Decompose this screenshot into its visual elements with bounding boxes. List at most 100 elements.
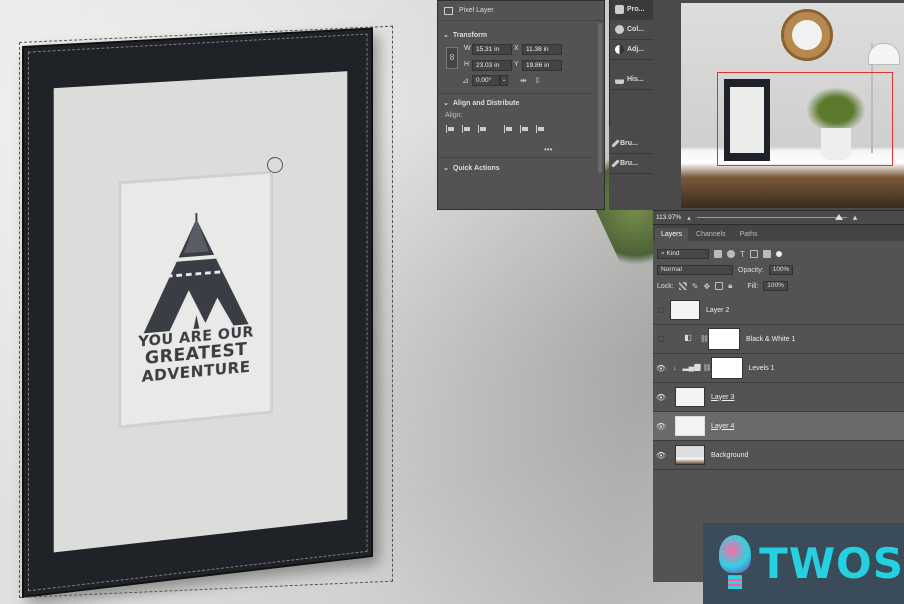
layer-mask-thumbnail[interactable] (710, 357, 743, 379)
align-bottom-icon[interactable] (536, 125, 544, 133)
strip-item-properties[interactable]: Pro... (610, 0, 653, 20)
blend-row: Normal Opacity: 100% (657, 264, 900, 276)
angle-icon: ⊿ (462, 76, 469, 85)
layer-name[interactable]: Layer 3 (711, 394, 734, 401)
watermark-text: TWOS (759, 539, 904, 588)
lock-all-icon[interactable]: 🔒︎ (728, 281, 732, 291)
lock-position-icon[interactable]: ✥ (703, 282, 710, 291)
strip-item-brush[interactable]: Bru... (609, 134, 653, 154)
brush-icon (611, 139, 620, 148)
more-options-button[interactable]: ••• (544, 145, 552, 154)
collapsed-panels-strip-2: Bru... Bru... (609, 126, 653, 210)
width-field[interactable]: 15.31 in (472, 44, 512, 55)
filter-shape-icon[interactable] (749, 250, 758, 258)
zoom-in-icon[interactable]: ▴ (853, 212, 858, 223)
layer-thumbnail (670, 300, 700, 320)
properties-scrollbar[interactable] (598, 23, 602, 173)
navigator-view-box[interactable] (717, 72, 893, 166)
lock-transparent-icon[interactable] (678, 282, 687, 290)
flip-vertical-icon[interactable]: ⇳ (534, 76, 541, 85)
x-field[interactable]: 11.38 in (522, 44, 562, 55)
eye-icon[interactable]: 👁︎ (653, 364, 669, 373)
filter-pixel-icon[interactable] (714, 250, 722, 258)
x-label: X (514, 45, 519, 52)
layers-tabs: Layers Channels Paths (653, 225, 904, 241)
visibility-off-toggle[interactable] (658, 307, 664, 313)
transform-section-toggle[interactable]: ⌄ Transform (438, 28, 487, 42)
filter-adjustment-icon[interactable] (727, 250, 735, 258)
layer-row[interactable]: 👁︎ ↓ ▂▄▆ ⛓︎ Levels 1 (653, 354, 904, 383)
navigator-zoom-bar: 113.97% ▴ ▴ (653, 210, 904, 224)
align-center-h-icon[interactable] (462, 125, 470, 133)
layer-row[interactable]: Layer 2 (653, 296, 904, 325)
chain-link-icon[interactable]: ⛓︎ (703, 364, 712, 372)
lock-artboard-icon[interactable] (715, 282, 724, 290)
layer-name[interactable]: Black & White 1 (746, 336, 795, 343)
height-field[interactable]: 23.03 in (472, 60, 512, 71)
link-proportions-icon[interactable]: 8 (446, 47, 458, 69)
layer-name[interactable]: Layer 4 (711, 423, 734, 430)
watermark-badge: TWOS (703, 523, 904, 604)
strip-item-brush-settings[interactable]: Bru... (609, 154, 653, 174)
y-field[interactable]: 19.86 in (522, 60, 562, 71)
align-center-v-icon[interactable] (520, 125, 528, 133)
layer-row-selected[interactable]: 👁︎ Layer 4 (653, 412, 904, 441)
angle-field[interactable]: 0.00° (472, 75, 500, 86)
black-white-adjustment-icon: ◧ (684, 333, 692, 342)
align-section-toggle[interactable]: ⌄ Align and Distribute (438, 96, 519, 110)
layer-row[interactable]: 👁︎ Layer 3 (653, 383, 904, 412)
flip-horizontal-icon[interactable]: ⇹ (520, 76, 527, 85)
layer-thumbnail (675, 416, 705, 436)
visibility-off-toggle[interactable] (658, 336, 664, 342)
eye-icon[interactable]: 👁︎ (653, 393, 669, 402)
opacity-field[interactable]: 100% (768, 265, 794, 275)
zoom-slider[interactable] (696, 214, 847, 220)
strip-item-adjustments[interactable]: Adj... (610, 40, 653, 60)
strip-item-histogram[interactable]: His... (610, 70, 653, 90)
strip-item-color[interactable]: Col... (610, 20, 653, 40)
lightbulb-logo-icon (715, 534, 752, 593)
lock-image-icon[interactable]: ✎ (692, 282, 699, 291)
tab-paths[interactable]: Paths (734, 228, 764, 241)
chevron-down-icon: ⌄ (443, 165, 449, 172)
adjustments-icon (615, 45, 624, 54)
layer-row[interactable]: ◧ ⛓︎ Black & White 1 (653, 325, 904, 354)
layer-row[interactable]: 👁︎ Background (653, 441, 904, 470)
eye-icon[interactable]: 👁︎ (653, 422, 669, 431)
blend-mode-dropdown[interactable]: Normal (657, 265, 733, 275)
layer-mask-thumbnail[interactable] (708, 328, 740, 350)
filter-row: ⌕ Kind T (657, 248, 900, 260)
filter-toggle-icon[interactable] (775, 251, 782, 257)
tab-layers[interactable]: Layers (655, 228, 689, 241)
align-buttons (446, 125, 544, 133)
layer-name[interactable]: Layer 2 (706, 307, 729, 314)
filter-smart-object-icon[interactable] (762, 250, 771, 258)
align-left-icon[interactable] (446, 125, 454, 133)
layer-name[interactable]: Levels 1 (749, 365, 775, 372)
layer-thumbnail (675, 445, 705, 465)
w-label: W (464, 45, 471, 52)
pixel-layer-icon (444, 6, 453, 15)
zoom-out-icon[interactable]: ▴ (687, 214, 691, 222)
align-top-icon[interactable] (504, 125, 512, 133)
filter-type-icon[interactable]: T (740, 250, 745, 259)
histogram-icon (615, 75, 624, 84)
chain-link-icon[interactable]: ⛓︎ (700, 335, 709, 343)
align-right-icon[interactable] (478, 125, 486, 133)
align-label: Align: (445, 112, 463, 119)
brush-cursor (267, 157, 283, 173)
quick-actions-toggle[interactable]: ⌄ Quick Actions (438, 161, 500, 175)
eye-icon[interactable]: 👁︎ (653, 451, 669, 460)
layer-name[interactable]: Background (711, 452, 748, 459)
fill-label: Fill: (747, 282, 759, 290)
angle-dropdown[interactable]: ⌄ (500, 75, 508, 86)
lock-label: Lock: (657, 282, 674, 290)
properties-header-label: Pixel Layer (459, 7, 494, 14)
zoom-value[interactable]: 113.97% (656, 214, 681, 221)
tab-channels[interactable]: Channels (690, 228, 732, 241)
fill-field[interactable]: 100% (763, 281, 788, 291)
kind-dropdown[interactable]: ⌕ Kind (657, 249, 709, 259)
zoom-slider-knob[interactable] (834, 214, 843, 220)
transform-title: Transform (452, 31, 488, 39)
navigator-preview[interactable] (681, 3, 904, 208)
